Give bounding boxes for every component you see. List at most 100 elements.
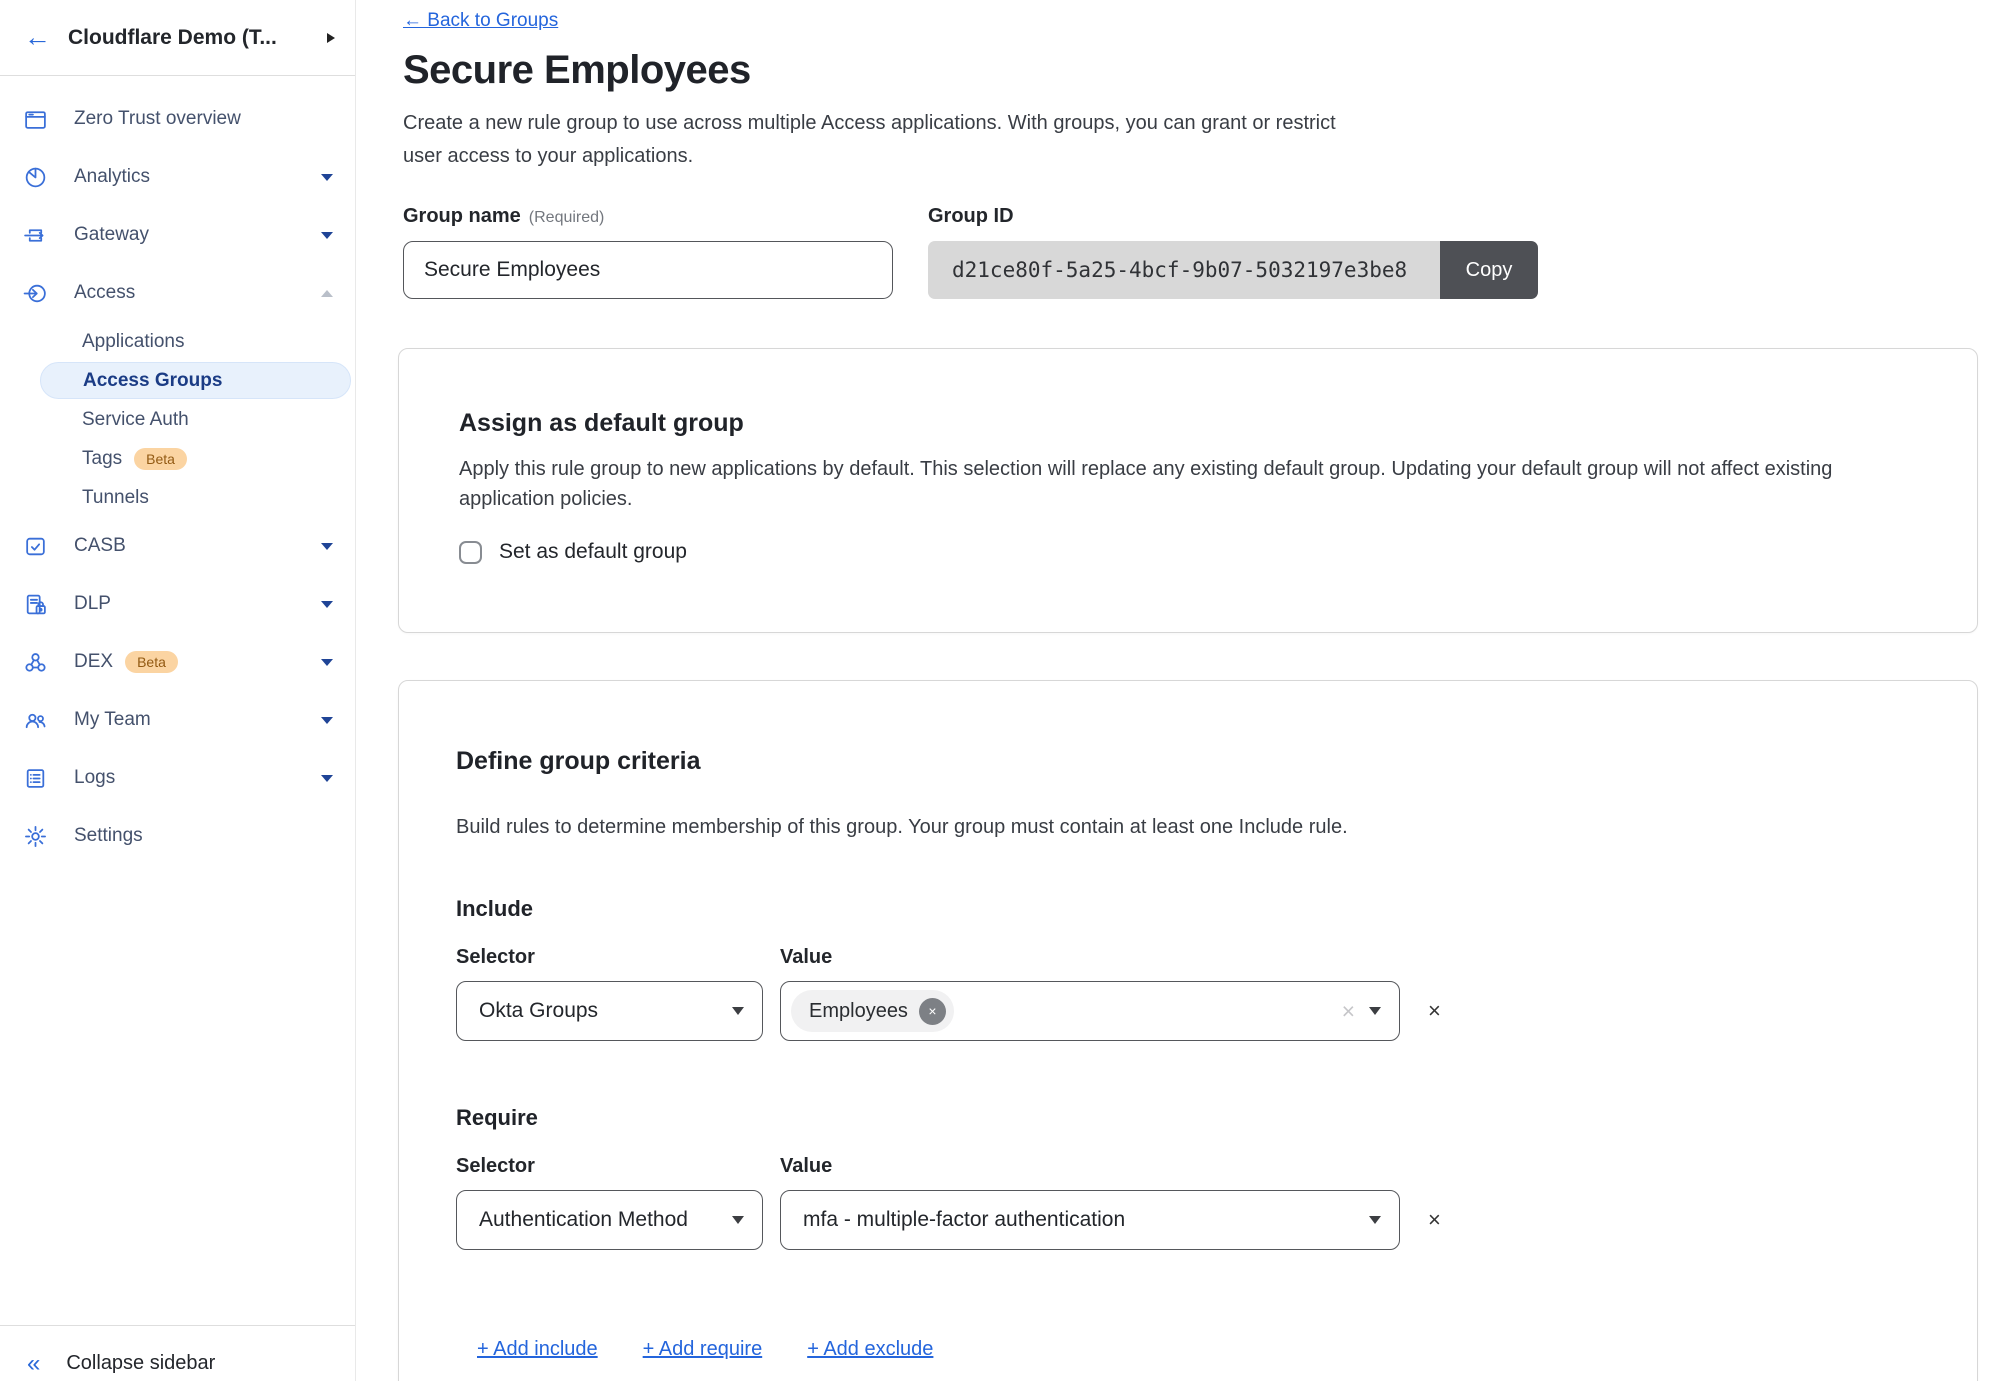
sidebar-item-applications[interactable]: Applications: [0, 322, 355, 361]
group-id-value: d21ce80f-5a25-4bcf-9b07-5032197e3be8: [928, 241, 1440, 299]
casb-icon: [23, 534, 48, 559]
copy-button[interactable]: Copy: [1440, 241, 1538, 299]
group-id-field-group: Group ID d21ce80f-5a25-4bcf-9b07-5032197…: [928, 205, 1538, 299]
required-hint: (Required): [529, 209, 605, 226]
clear-values-icon[interactable]: ×: [1342, 998, 1355, 1025]
group-name-field-group: Group name (Required): [403, 205, 928, 299]
chevron-down-icon[interactable]: [321, 174, 333, 181]
back-arrow-icon[interactable]: ←: [24, 24, 51, 51]
sidebar-item-label: Access: [74, 282, 135, 304]
sidebar-item-my-team[interactable]: My Team: [0, 691, 355, 749]
chevron-down-icon[interactable]: [321, 601, 333, 608]
sidebar-item-label: Zero Trust overview: [74, 108, 241, 130]
sidebar-item-label: DLP: [74, 593, 111, 615]
sidebar-item-label: Service Auth: [82, 409, 189, 431]
add-require-link[interactable]: + Add require: [643, 1338, 763, 1361]
sidebar: ← Cloudflare Demo (T... Zero Trust overv…: [0, 0, 356, 1381]
remove-require-rule-button[interactable]: ×: [1428, 1207, 1441, 1233]
people-icon: [23, 708, 48, 733]
chevron-down-icon[interactable]: [321, 717, 333, 724]
require-rule-row: Authentication Method mfa - multiple-fac…: [456, 1190, 1922, 1250]
sidebar-item-service-auth[interactable]: Service Auth: [0, 400, 355, 439]
selector-label: Selector: [456, 946, 780, 969]
sidebar-item-tags[interactable]: Tags Beta: [0, 439, 355, 478]
selected-option: Okta Groups: [479, 999, 718, 1023]
add-include-link[interactable]: + Add include: [477, 1338, 598, 1361]
chevron-down-icon[interactable]: [321, 232, 333, 239]
selected-option: Authentication Method: [479, 1208, 718, 1232]
set-default-group-checkbox[interactable]: [459, 541, 482, 564]
include-selector-dropdown[interactable]: Okta Groups: [456, 981, 763, 1041]
overview-window-icon: [23, 107, 48, 132]
add-rule-links: + Add include + Add require + Add exclud…: [456, 1338, 1922, 1361]
chevron-up-icon[interactable]: [321, 290, 333, 297]
chip-remove-icon[interactable]: ×: [919, 998, 946, 1025]
chip-label: Employees: [809, 1000, 908, 1023]
assign-default-group-card: Assign as default group Apply this rule …: [398, 348, 1978, 633]
sidebar-item-access[interactable]: Access: [0, 264, 355, 322]
network-nodes-icon: [23, 650, 48, 675]
group-name-id-row: Group name (Required) Group ID d21ce80f-5…: [403, 205, 1999, 299]
checkbox-label: Set as default group: [499, 540, 687, 564]
sidebar-item-label: Applications: [82, 331, 184, 353]
sidebar-item-dlp[interactable]: DLP: [0, 575, 355, 633]
card-description: Apply this rule group to new application…: [459, 454, 1922, 514]
sidebar-item-logs[interactable]: Logs: [0, 749, 355, 807]
sidebar-item-label: Logs: [74, 767, 115, 789]
card-title: Assign as default group: [459, 409, 1922, 438]
sidebar-item-settings[interactable]: Settings: [0, 807, 355, 865]
gear-icon: [23, 824, 48, 849]
require-value-dropdown[interactable]: mfa - multiple-factor authentication: [780, 1190, 1400, 1250]
chevron-down-icon: [1369, 1007, 1381, 1015]
include-heading: Include: [456, 896, 1922, 922]
back-to-groups-link[interactable]: ← Back to Groups: [403, 10, 558, 32]
include-value-multiselect[interactable]: Employees × ×: [780, 981, 1400, 1041]
include-rule-row: Okta Groups Employees × × ×: [456, 981, 1922, 1041]
sidebar-item-label: My Team: [74, 709, 151, 731]
sidebar-item-label: Tags: [82, 448, 122, 470]
value-label: Value: [780, 946, 832, 969]
chevron-down-icon[interactable]: [321, 543, 333, 550]
sidebar-header: ← Cloudflare Demo (T...: [0, 0, 355, 76]
document-lock-icon: [23, 592, 48, 617]
sidebar-item-label: Gateway: [74, 224, 149, 246]
add-exclude-link[interactable]: + Add exclude: [807, 1338, 933, 1361]
group-name-label: Group name: [403, 205, 521, 227]
gateway-icon: [23, 223, 48, 248]
card-title: Define group criteria: [456, 747, 1922, 776]
chevron-down-icon[interactable]: [321, 659, 333, 666]
sidebar-item-casb[interactable]: CASB: [0, 517, 355, 575]
sidebar-nav: Zero Trust overview Analytics Gateway Ac…: [0, 76, 355, 865]
beta-badge: Beta: [134, 448, 187, 470]
collapse-sidebar-button[interactable]: « Collapse sidebar: [0, 1325, 355, 1381]
access-submenu: Applications Access Groups Service Auth …: [0, 322, 355, 517]
require-heading: Require: [456, 1105, 1922, 1131]
access-icon: [23, 281, 48, 306]
chevron-down-icon[interactable]: [321, 775, 333, 782]
require-selector-dropdown[interactable]: Authentication Method: [456, 1190, 763, 1250]
group-id-label: Group ID: [928, 205, 1538, 228]
sidebar-item-analytics[interactable]: Analytics: [0, 148, 355, 206]
list-document-icon: [23, 766, 48, 791]
sidebar-item-tunnels[interactable]: Tunnels: [0, 478, 355, 517]
define-group-criteria-card: Define group criteria Build rules to det…: [398, 680, 1978, 1381]
sidebar-item-zero-trust-overview[interactable]: Zero Trust overview: [0, 90, 355, 148]
collapse-chevrons-icon: «: [27, 1352, 40, 1376]
sidebar-item-access-groups[interactable]: Access Groups: [40, 362, 351, 399]
collapse-sidebar-label: Collapse sidebar: [66, 1352, 215, 1375]
selector-label: Selector: [456, 1155, 780, 1178]
chevron-down-icon: [732, 1216, 744, 1224]
sidebar-item-gateway[interactable]: Gateway: [0, 206, 355, 264]
sidebar-item-label: Access Groups: [83, 370, 222, 392]
sidebar-item-dex[interactable]: DEX Beta: [0, 633, 355, 691]
pie-chart-icon: [23, 165, 48, 190]
sidebar-item-label: DEX: [74, 651, 113, 673]
sidebar-item-label: CASB: [74, 535, 126, 557]
sidebar-item-label: Settings: [74, 825, 143, 847]
remove-include-rule-button[interactable]: ×: [1428, 998, 1441, 1024]
page-title: Secure Employees: [403, 48, 1999, 93]
beta-badge: Beta: [125, 651, 178, 673]
group-name-input[interactable]: [403, 241, 893, 299]
value-label: Value: [780, 1155, 832, 1178]
chevron-right-icon[interactable]: [327, 33, 335, 43]
